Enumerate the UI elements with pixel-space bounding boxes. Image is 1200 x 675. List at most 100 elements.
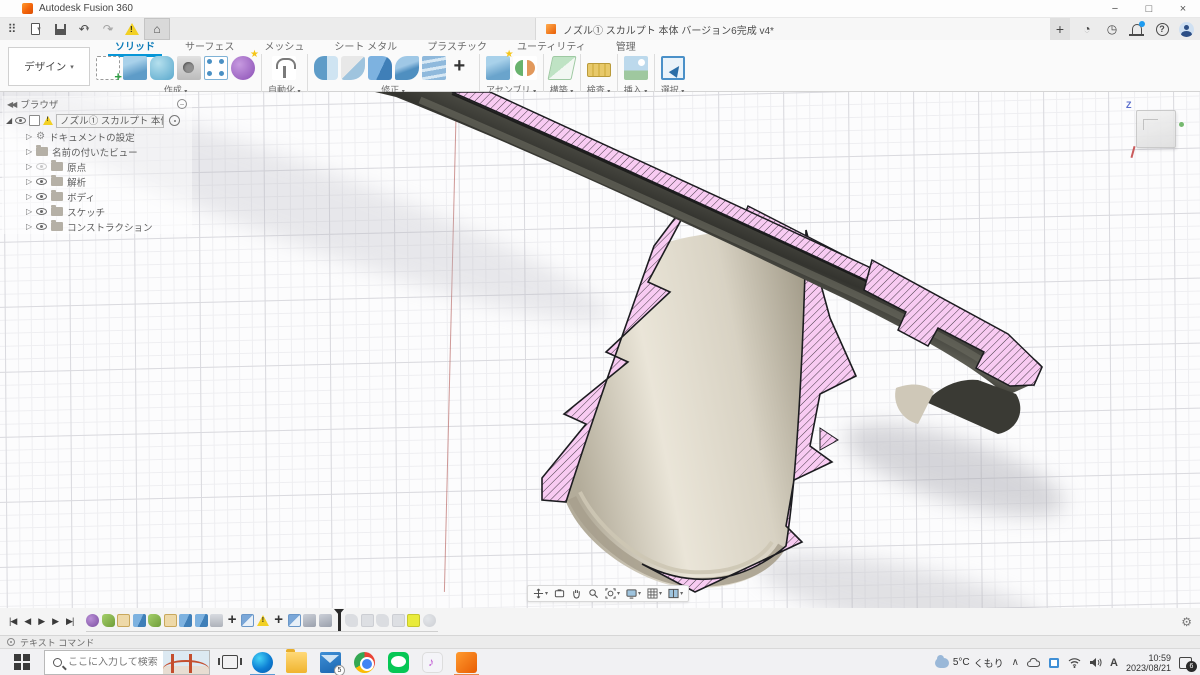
browser-root-node[interactable]: ◢ ノズル① スカルプト 本体 バージ...	[2, 112, 192, 129]
timeline-feature-warning[interactable]	[257, 614, 270, 627]
browser-item-bodies[interactable]: ▷ ボディ	[2, 189, 192, 204]
document-tab[interactable]: ノズル① スカルプト 本体 バージョン6完成 v4* ×	[535, 18, 1065, 40]
construction-plane-icon[interactable]	[547, 56, 576, 80]
expand-arrow-icon[interactable]: ▷	[26, 177, 32, 186]
timeline-feature-fillet[interactable]	[148, 614, 161, 627]
timeline-feature-extrude[interactable]	[133, 614, 146, 627]
hole-icon[interactable]	[177, 56, 201, 80]
automate-icon[interactable]	[272, 56, 296, 80]
minimize-button[interactable]: −	[1098, 0, 1132, 18]
fusion-360-taskbar-icon[interactable]	[456, 652, 477, 673]
timeline-feature-move[interactable]	[272, 614, 285, 627]
3d-viewport[interactable]: ◀◀ ブラウザ − ◢ ノズル① スカルプト 本体 バージ... ▷ ⚙ ドキュ…	[0, 92, 1200, 608]
new-component-icon[interactable]	[486, 56, 510, 80]
timeline-feature-playhead[interactable]	[338, 611, 341, 631]
view-cube-face[interactable]	[1136, 110, 1176, 148]
visibility-eye-icon[interactable]	[36, 193, 47, 200]
redo-button[interactable]: ↷▾	[96, 18, 120, 40]
select-icon[interactable]	[661, 56, 685, 80]
itunes-icon[interactable]	[422, 652, 443, 673]
display-settings-icon[interactable]: ▾	[626, 588, 641, 599]
visibility-eye-icon[interactable]	[15, 117, 26, 124]
skip-to-end-button[interactable]: ▶|	[63, 616, 76, 627]
pan-icon[interactable]	[571, 588, 582, 599]
new-document-tab-button[interactable]: +	[1050, 18, 1070, 40]
cross-section-hook[interactable]	[864, 260, 1042, 386]
play-button[interactable]: ▶	[35, 616, 47, 627]
browser-item-label[interactable]: 解析	[67, 175, 86, 189]
timeline-feature-sketch[interactable]	[117, 614, 130, 627]
security-icon[interactable]	[1048, 657, 1060, 669]
file-explorer-icon[interactable]	[286, 652, 307, 673]
mesh-icon[interactable]	[204, 56, 228, 80]
create-form-icon[interactable]	[231, 56, 255, 80]
search-input[interactable]	[68, 657, 160, 668]
expand-arrow-icon[interactable]: ▷	[26, 162, 32, 171]
home-button[interactable]: ⌂	[144, 18, 170, 40]
timeline-feature-combine[interactable]	[303, 614, 316, 627]
measure-icon[interactable]	[587, 63, 611, 77]
timeline-feature-combine[interactable]	[319, 614, 332, 627]
expand-arrow-icon[interactable]: ▷	[26, 132, 32, 141]
browser-item-origin[interactable]: ▷ 原点	[2, 159, 192, 174]
timeline-feature-ghost-box[interactable]	[392, 614, 405, 627]
file-menu-button[interactable]: ▾	[24, 18, 48, 40]
line-icon[interactable]	[388, 652, 409, 673]
create-sketch-icon[interactable]	[96, 56, 120, 80]
collapse-panel-icon[interactable]: ◀◀	[7, 100, 15, 109]
extrude-icon[interactable]	[123, 56, 147, 80]
task-view-button[interactable]	[222, 655, 238, 669]
grid-icon[interactable]: ▾	[647, 588, 662, 599]
browser-item-label[interactable]: 名前の付いたビュー	[52, 145, 138, 159]
timeline-feature-extrude[interactable]	[179, 614, 192, 627]
expand-arrow-icon[interactable]: ▷	[26, 147, 32, 156]
timeline-feature-form[interactable]	[86, 614, 99, 627]
browser-item-label[interactable]: コンストラクション	[67, 220, 152, 234]
browser-item-sketches[interactable]: ▷ スケッチ	[2, 204, 192, 219]
timeline-feature-plane[interactable]	[288, 614, 301, 627]
sweep-icon[interactable]	[150, 56, 174, 80]
expand-arrow-icon[interactable]: ▷	[26, 222, 32, 231]
onedrive-icon[interactable]	[1027, 658, 1040, 668]
browser-item-named-views[interactable]: ▷ 名前の付いたビュー	[2, 144, 192, 159]
root-node-label[interactable]: ノズル① スカルプト 本体 バージ...	[56, 114, 164, 128]
skip-to-start-button[interactable]: |◀	[6, 616, 19, 627]
timeline-feature-sketch[interactable]	[164, 614, 177, 627]
viewports-icon[interactable]: ▾	[668, 588, 683, 599]
insert-image-icon[interactable]	[624, 56, 648, 80]
timeline-feature-shell[interactable]	[210, 614, 223, 627]
expand-triangle-icon[interactable]: ◢	[6, 116, 12, 125]
step-back-button[interactable]: ◀	[21, 616, 33, 627]
timeline-feature-move[interactable]	[226, 614, 239, 627]
timeline-feature-ghost-fillet[interactable]	[376, 614, 389, 627]
draft-icon[interactable]	[395, 56, 419, 80]
timeline-feature-highlight[interactable]	[407, 614, 420, 627]
undo-button[interactable]: ↶▾	[72, 18, 96, 40]
visibility-eye-icon[interactable]	[36, 208, 47, 215]
timeline-feature-ghost-box[interactable]	[361, 614, 374, 627]
browser-item-label[interactable]: スケッチ	[67, 205, 105, 219]
browser-item-construction[interactable]: ▷ コンストラクション	[2, 219, 192, 234]
chrome-icon[interactable]	[354, 652, 375, 673]
press-pull-icon[interactable]	[314, 56, 338, 80]
activate-component-icon[interactable]	[169, 115, 180, 126]
text-command-bar[interactable]: テキスト コマンド	[0, 635, 1200, 648]
notifications-icon[interactable]	[1129, 21, 1145, 37]
zoom-icon[interactable]	[588, 588, 599, 599]
look-at-icon[interactable]	[554, 588, 565, 599]
timeline-feature-fillet[interactable]	[102, 614, 115, 627]
minimize-panel-icon[interactable]: −	[177, 99, 187, 109]
browser-item-analysis[interactable]: ▷ 解析	[2, 174, 192, 189]
move-copy-icon[interactable]	[449, 56, 473, 80]
joint-icon[interactable]	[513, 56, 537, 80]
start-button[interactable]	[0, 649, 44, 675]
timeline-feature-extrude[interactable]	[195, 614, 208, 627]
ime-indicator[interactable]: A	[1110, 657, 1118, 669]
help-icon[interactable]: ?	[1154, 21, 1170, 37]
hidden-icons-chevron[interactable]: ∧	[1012, 657, 1019, 668]
workspace-selector[interactable]: デザイン ▾	[8, 47, 90, 86]
timeline-settings-icon[interactable]: ⚙	[1181, 615, 1192, 629]
timeline-feature-plane[interactable]	[241, 614, 254, 627]
maximize-button[interactable]: □	[1132, 0, 1166, 18]
expand-arrow-icon[interactable]: ▷	[26, 192, 32, 201]
